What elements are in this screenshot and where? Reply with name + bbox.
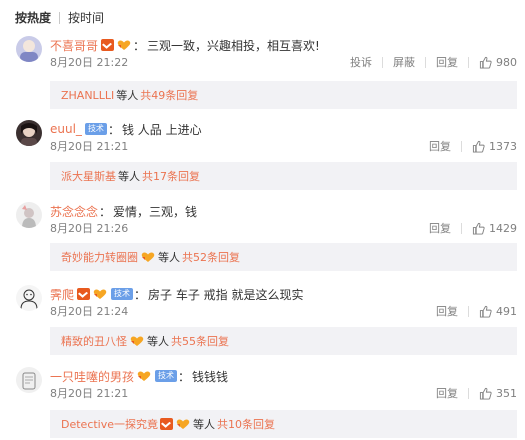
colon: ： — [178, 369, 191, 384]
divider — [468, 56, 469, 68]
divider — [382, 56, 383, 68]
reply-count-link[interactable]: 共17条回复 — [142, 168, 200, 184]
reply-summary[interactable]: Detective一探究竟 等人 共10条回复 — [50, 410, 517, 438]
comment-text: 房子 车子 戒指 就是这么现实 — [148, 287, 304, 302]
fan-badge-icon[interactable] — [116, 39, 132, 51]
reply-button[interactable]: 回复 — [436, 54, 458, 70]
fan-badge-icon[interactable] — [175, 418, 191, 430]
thumbs-up-icon — [472, 140, 485, 153]
username[interactable]: 霁爬 — [50, 286, 74, 303]
comment-actions: 回复 1429 — [429, 220, 517, 236]
divider — [461, 222, 462, 234]
divider — [425, 56, 426, 68]
comment-date: 8月20日 21:21 — [50, 387, 129, 400]
reply-username[interactable]: ZHANLLLI — [61, 89, 114, 102]
comment-date: 8月20日 21:21 — [50, 140, 129, 153]
reply-count-link[interactable]: 共10条回复 — [217, 416, 275, 432]
reply-etc: 等人 — [193, 418, 216, 431]
block-button[interactable]: 屏蔽 — [393, 54, 415, 70]
fan-badge-icon[interactable] — [92, 288, 108, 300]
comment-actions: 回复 1373 — [429, 138, 517, 154]
report-button[interactable]: 投诉 — [350, 54, 372, 70]
comment-actions: 回复 351 — [436, 385, 517, 401]
reply-summary[interactable]: 派大星斯基 等人 共17条回复 — [50, 162, 517, 190]
username[interactable]: 一只哇噻的男孩 — [50, 368, 134, 385]
fan-badge-icon[interactable] — [136, 370, 152, 382]
avatar[interactable] — [16, 36, 42, 62]
comment-text: 钱 人品 上进心 — [121, 122, 202, 137]
reply-button[interactable]: 回复 — [429, 220, 451, 236]
like-count: 1373 — [489, 139, 517, 153]
divider — [468, 305, 469, 317]
comment-date: 8月20日 21:24 — [50, 305, 129, 318]
vip-badge-icon[interactable] — [160, 418, 174, 430]
tag-badge[interactable]: 技术 — [111, 288, 134, 300]
reply-button[interactable]: 回复 — [429, 138, 451, 154]
comment-date: 8月20日 21:26 — [50, 222, 129, 235]
tag-badge[interactable]: 技术 — [84, 123, 107, 135]
reply-username[interactable]: 精致的丑八怪 — [61, 333, 127, 349]
avatar[interactable] — [16, 285, 42, 311]
divider — [468, 387, 469, 399]
divider — [59, 12, 61, 24]
vip-badge-icon[interactable] — [101, 39, 115, 51]
thumbs-up-icon — [479, 387, 492, 400]
like-button[interactable]: 351 — [479, 387, 517, 400]
username[interactable]: 苏念念念 — [50, 203, 98, 220]
reply-button[interactable]: 回复 — [436, 303, 458, 319]
like-button[interactable]: 491 — [479, 305, 517, 318]
comment-text: 爱情，三观，钱 — [113, 204, 198, 219]
like-count: 491 — [496, 304, 517, 318]
username[interactable]: 不喜哥哥 — [50, 37, 98, 54]
like-count: 351 — [496, 386, 517, 400]
like-count: 980 — [496, 55, 517, 69]
thumbs-up-icon — [472, 222, 485, 235]
fan-badge-icon[interactable] — [140, 251, 156, 263]
sort-by-time-tab[interactable]: 按时间 — [68, 9, 104, 27]
username[interactable]: euul_ — [50, 122, 82, 136]
reply-count-link[interactable]: 共52条回复 — [182, 249, 240, 265]
reply-count-link[interactable]: 共49条回复 — [140, 87, 198, 103]
comment-text: 钱钱钱 — [192, 369, 229, 384]
reply-etc: 等人 — [118, 170, 140, 183]
fan-badge-icon[interactable] — [129, 335, 145, 347]
reply-count-link[interactable]: 共55条回复 — [171, 333, 229, 349]
reply-username[interactable]: 奇妙能力转圈圈 — [61, 249, 138, 265]
reply-summary[interactable]: 奇妙能力转圈圈 等人 共52条回复 — [50, 243, 517, 271]
sort-bar: 按热度 按时间 — [15, 9, 104, 27]
vip-badge-icon[interactable] — [77, 288, 91, 300]
colon: ： — [99, 204, 112, 219]
avatar[interactable] — [16, 202, 42, 228]
reply-button[interactable]: 回复 — [436, 385, 458, 401]
like-count: 1429 — [489, 221, 517, 235]
reply-etc: 等人 — [147, 335, 169, 348]
thumbs-up-icon — [479, 56, 492, 69]
like-button[interactable]: 1373 — [472, 140, 517, 153]
like-button[interactable]: 1429 — [472, 222, 517, 235]
reply-summary[interactable]: ZHANLLLI 等人 共49条回复 — [50, 81, 517, 109]
avatar[interactable] — [16, 120, 42, 146]
comment-text: 三观一致，兴趣相投，相互喜欢! — [147, 38, 320, 53]
reply-username[interactable]: 派大星斯基 — [61, 168, 116, 184]
reply-etc: 等人 — [158, 251, 180, 264]
divider — [461, 140, 462, 152]
reply-username[interactable]: Detective一探究竟 — [61, 416, 158, 432]
colon: ： — [107, 122, 120, 137]
comment-date: 8月20日 21:22 — [50, 56, 129, 69]
thumbs-up-icon — [479, 305, 492, 318]
reply-summary[interactable]: 精致的丑八怪 等人 共55条回复 — [50, 327, 517, 355]
avatar[interactable] — [16, 367, 42, 393]
comment-actions: 回复 491 — [436, 303, 517, 319]
colon: ： — [134, 287, 147, 302]
tag-badge[interactable]: 技术 — [155, 370, 178, 382]
comment-actions: 投诉 屏蔽 回复 980 — [350, 54, 517, 70]
colon: ： — [133, 38, 146, 53]
sort-by-hot-tab[interactable]: 按热度 — [15, 9, 51, 27]
like-button[interactable]: 980 — [479, 56, 517, 69]
reply-etc: 等人 — [116, 89, 139, 102]
